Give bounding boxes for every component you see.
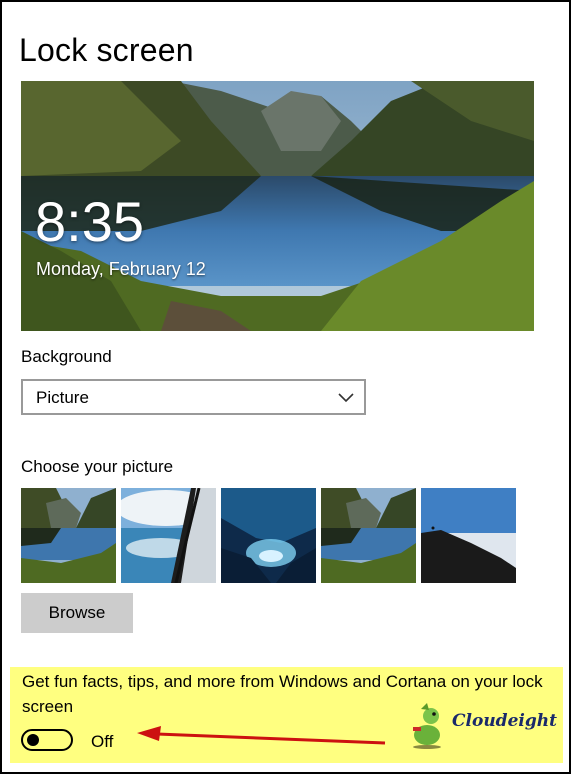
background-dropdown[interactable]: Picture (21, 379, 366, 415)
cloudeight-logo: Cloudeight (407, 701, 557, 751)
fun-facts-toggle[interactable] (21, 729, 73, 751)
page-title: Lock screen (19, 32, 194, 68)
tips-highlight-box: Get fun facts, tips, and more from Windo… (10, 667, 563, 763)
lock-clock-date: Monday, February 12 (36, 259, 206, 279)
thumbnail-lake-mountains-2[interactable] (321, 488, 416, 583)
toggle-state-label: Off (91, 732, 114, 751)
thumbnail-ice-cave[interactable] (221, 488, 316, 583)
browse-button[interactable]: Browse (21, 593, 133, 633)
thumbnail-ocean-window[interactable] (121, 488, 216, 583)
settings-window: Lock screen 8:35 Monday, February 12 Bac… (0, 0, 571, 774)
cloudeight-logo-text: Cloudeight (452, 711, 557, 731)
thumbnail-hill-sky[interactable] (421, 488, 516, 583)
thumbnail-lake-mountains[interactable] (21, 488, 116, 583)
lock-screen-preview: 8:35 Monday, February 12 (21, 81, 534, 331)
chevron-down-icon (338, 393, 354, 403)
red-arrow-icon (137, 726, 386, 745)
background-label: Background (21, 347, 112, 366)
choose-picture-label: Choose your picture (21, 457, 174, 476)
toggle-knob (27, 734, 39, 746)
background-dropdown-value: Picture (36, 388, 89, 407)
lock-clock-time: 8:35 (35, 190, 144, 253)
dragon-mascot-icon (413, 703, 441, 749)
